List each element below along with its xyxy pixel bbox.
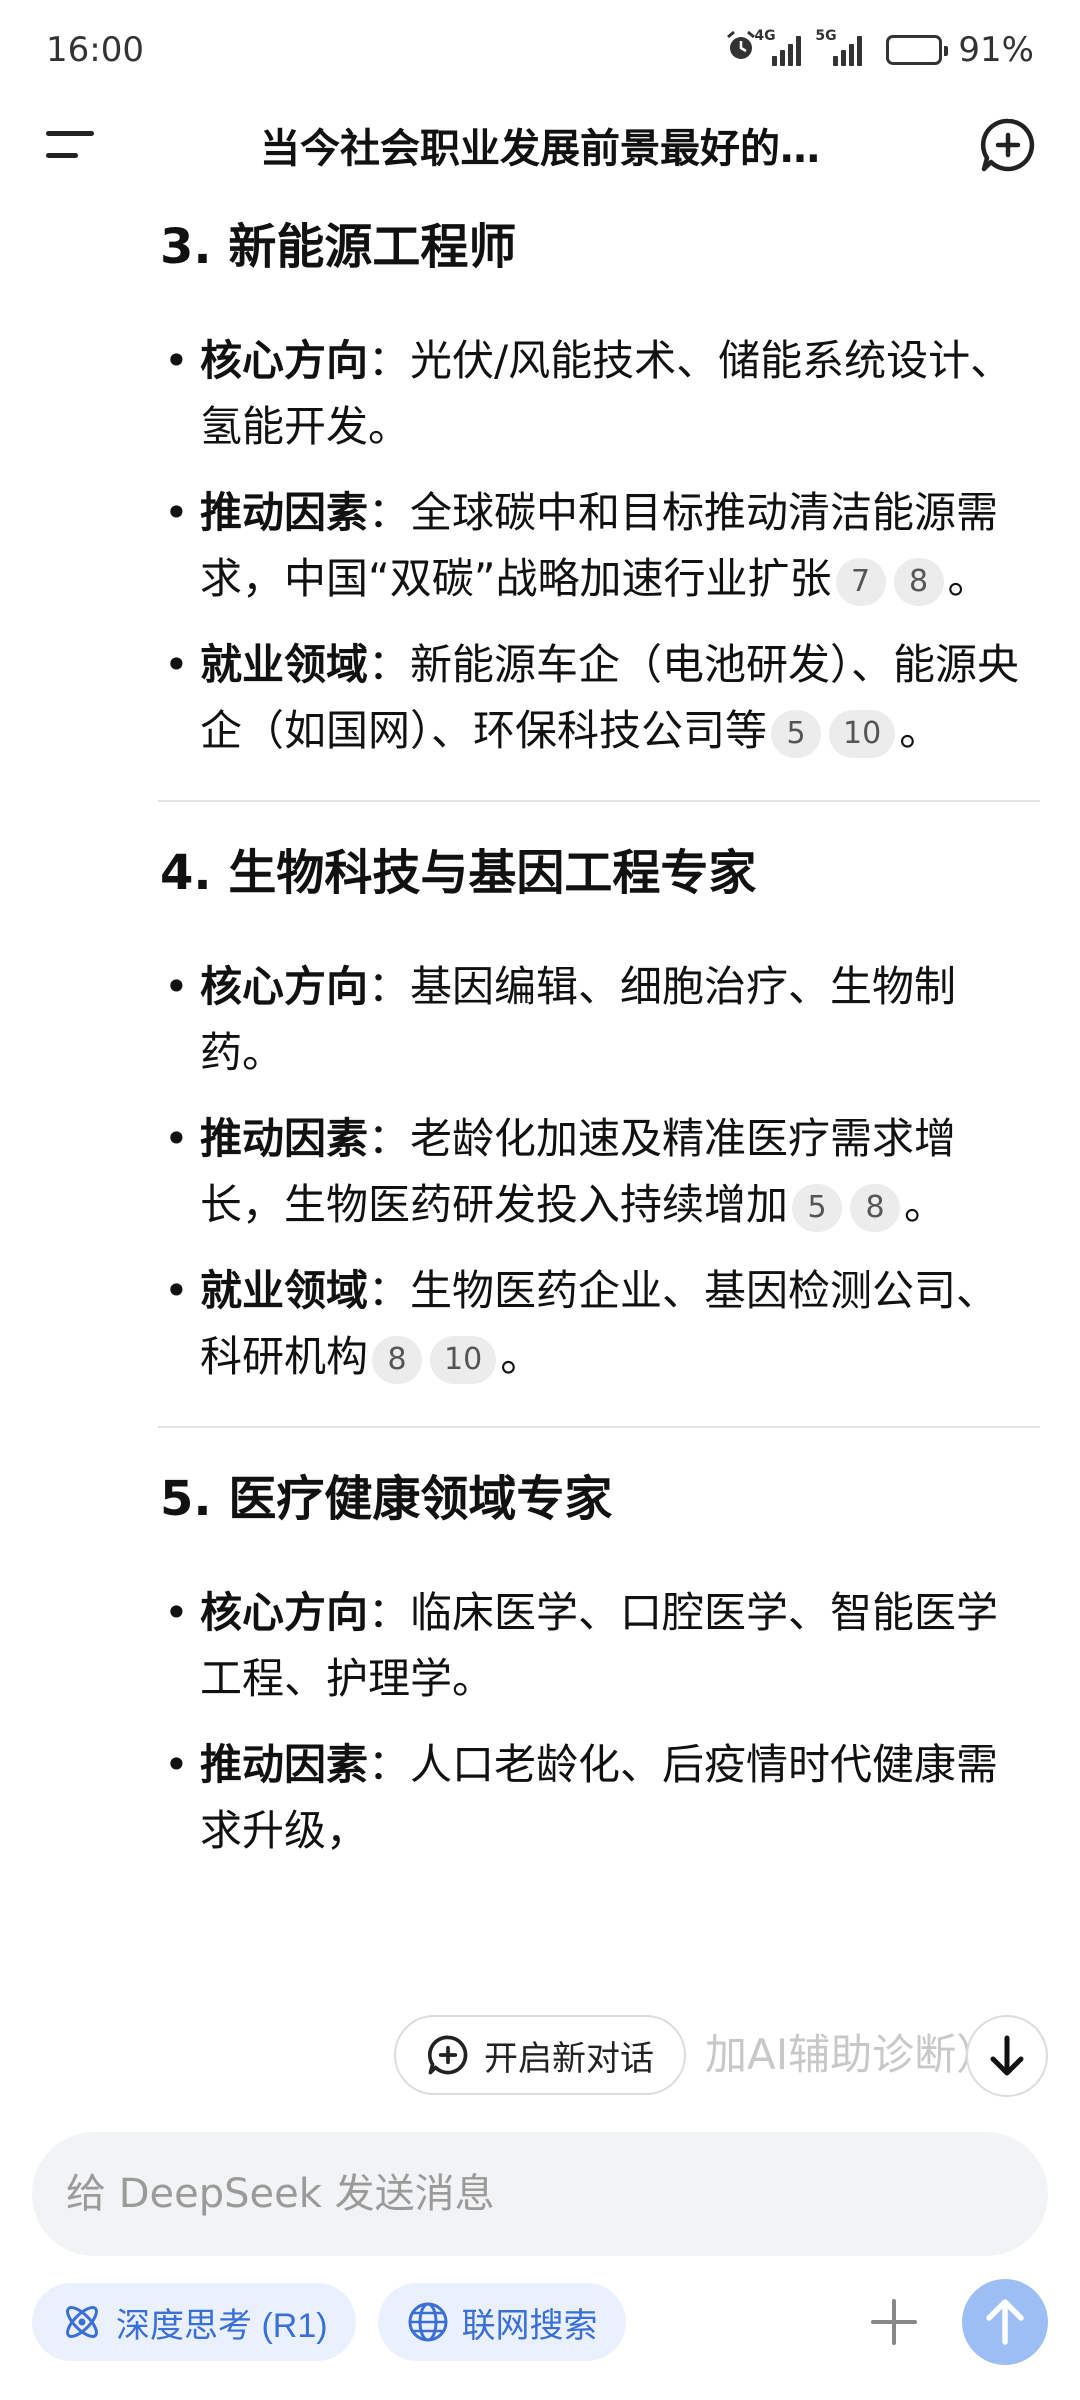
bullet-separator: ：	[368, 1740, 411, 1789]
battery-icon	[886, 35, 949, 65]
atom-icon	[66, 2306, 98, 2338]
bullet-item: 推动因素：老龄化加速及精准医疗需求增长，生物医药研发投入持续增加58。	[160, 1106, 1040, 1238]
section-divider	[158, 1426, 1040, 1428]
citation-badge[interactable]: 8	[850, 1183, 901, 1232]
status-bar: 16:00 4G 5G 91%	[0, 0, 1080, 100]
floating-new-chat-label: 开启新对话	[484, 2039, 654, 2078]
battery-percent: 91%	[958, 30, 1034, 70]
citation-badge[interactable]: 8	[893, 557, 944, 606]
alarm-icon	[724, 29, 758, 72]
bullet-item: 就业领域：新能源车企（电池研发）、能源央企（如国网）、环保科技公司等510。	[160, 632, 1040, 764]
bullet-label: 核心方向	[200, 336, 369, 385]
citation-badge[interactable]: 10	[829, 709, 896, 758]
send-button[interactable]	[962, 2279, 1048, 2365]
scroll-to-bottom-button[interactable]	[966, 2015, 1048, 2097]
bullet-item: 就业领域：生物医药企业、基因检测公司、科研机构810。	[160, 1258, 1040, 1390]
bullet-end: 。	[899, 706, 942, 755]
bullet-list: 核心方向：光伏/风能技术、储能系统设计、氢能开发。推动因素：全球碳中和目标推动清…	[160, 328, 1040, 764]
globe-icon	[408, 2302, 448, 2342]
bullet-label: 核心方向	[200, 962, 369, 1011]
new-chat-button[interactable]	[976, 113, 1040, 177]
answer-sections: 3. 新能源工程师核心方向：光伏/风能技术、储能系统设计、氢能开发。推动因素：全…	[158, 216, 1040, 1864]
attach-button[interactable]	[854, 2282, 934, 2362]
bullet-end: 。	[500, 1332, 543, 1381]
bullet-list: 核心方向：临床医学、口腔医学、智能医学工程、护理学。推动因素：人口老龄化、后疫情…	[160, 1580, 1040, 1864]
bullet-separator: ：	[368, 1266, 411, 1315]
bullet-label: 就业领域	[200, 640, 369, 689]
bullet-separator: ：	[368, 488, 411, 537]
deep-think-label: 深度思考 (R1)	[116, 2306, 328, 2345]
top-bar: 当今社会职业发展前景最好的…	[0, 100, 1080, 190]
status-time: 16:00	[46, 30, 144, 70]
section-title: 5. 医疗健康领域专家	[160, 1471, 613, 1527]
section-divider	[158, 800, 1040, 802]
citation-badge[interactable]: 7	[835, 557, 886, 606]
bullet-separator: ：	[368, 1588, 411, 1637]
new-chat-icon	[427, 2035, 468, 2075]
bullet-label: 推动因素	[200, 1114, 369, 1163]
chat-title[interactable]: 当今社会职业发展前景最好的…	[104, 116, 976, 174]
plus-icon	[871, 2299, 917, 2345]
bullet-item: 推动因素：人口老龄化、后疫情时代健康需求升级，	[160, 1732, 1040, 1864]
message-input-container[interactable]	[32, 2132, 1048, 2256]
bullet-label: 推动因素	[200, 1740, 369, 1789]
section-title: 3. 新能源工程师	[160, 219, 517, 275]
signal-icon-2: 5G	[815, 28, 863, 66]
menu-icon	[46, 131, 94, 158]
arrow-down-icon	[990, 2035, 1024, 2076]
web-search-label: 联网搜索	[461, 2306, 598, 2345]
citation-badge[interactable]: 5	[771, 709, 822, 758]
citation-badge[interactable]: 8	[372, 1335, 423, 1384]
bullet-end: 。	[904, 1180, 947, 1229]
citation-badge[interactable]: 10	[430, 1335, 497, 1384]
signal-icon-1: 4G	[754, 28, 802, 66]
composer-toolbar: 深度思考 (R1) 联网搜索	[32, 2279, 1048, 2365]
status-icons: 4G 5G 91%	[724, 28, 1034, 72]
bullet-label: 推动因素	[200, 488, 369, 537]
web-search-toggle[interactable]: 联网搜索	[377, 2283, 626, 2361]
bullet-item: 推动因素：全球碳中和目标推动清洁能源需求，中国“双碳”战略加速行业扩张78。	[160, 480, 1040, 612]
bullet-list: 核心方向：基因编辑、细胞治疗、生物制药。推动因素：老龄化加速及精准医疗需求增长，…	[160, 954, 1040, 1390]
partial-text-behind: 加AI辅助诊断）	[705, 2030, 999, 2079]
arrow-up-icon	[986, 2299, 1024, 2345]
bullet-separator: ：	[368, 336, 411, 385]
bullet-separator: ：	[368, 962, 411, 1011]
bullet-label: 就业领域	[200, 1266, 369, 1315]
message-input[interactable]	[66, 2171, 1014, 2217]
bullet-label: 核心方向	[200, 1588, 369, 1637]
menu-button[interactable]	[40, 113, 104, 177]
deep-think-toggle[interactable]: 深度思考 (R1)	[32, 2283, 356, 2361]
bullet-item: 核心方向：基因编辑、细胞治疗、生物制药。	[160, 954, 1040, 1086]
bullet-separator: ：	[368, 1114, 411, 1163]
bullet-item: 核心方向：临床医学、口腔医学、智能医学工程、护理学。	[160, 1580, 1040, 1712]
section-title: 4. 生物科技与基因工程专家	[160, 845, 757, 901]
bullet-separator: ：	[368, 640, 411, 689]
bullet-item: 核心方向：光伏/风能技术、储能系统设计、氢能开发。	[160, 328, 1040, 460]
bullet-end: 。	[947, 554, 990, 603]
battery-indicator: 91%	[886, 30, 1034, 70]
citation-badge[interactable]: 5	[792, 1183, 843, 1232]
floating-new-chat-button[interactable]: 开启新对话	[394, 2015, 686, 2095]
chat-message-area[interactable]: 3. 新能源工程师核心方向：光伏/风能技术、储能系统设计、氢能开发。推动因素：全…	[0, 190, 1080, 2120]
new-chat-icon	[980, 118, 1035, 172]
